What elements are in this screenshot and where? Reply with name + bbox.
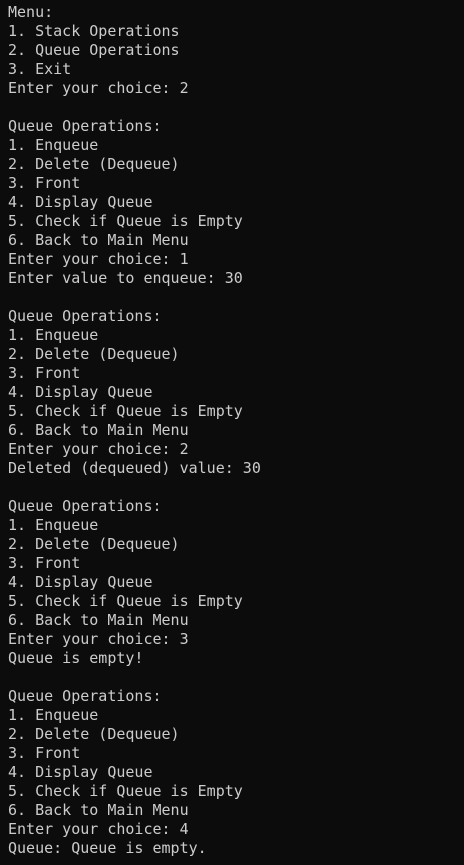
terminal-line: Queue Operations: xyxy=(8,307,162,325)
terminal-line: 5. Check if Queue is Empty xyxy=(8,592,243,610)
terminal-line: 5. Check if Queue is Empty xyxy=(8,782,243,800)
terminal-line: Enter your choice: 4 xyxy=(8,820,189,838)
terminal-line: 6. Back to Main Menu xyxy=(8,801,189,819)
terminal-line: 3. Front xyxy=(8,364,81,382)
terminal-line: Enter your choice: 2 xyxy=(8,440,189,458)
terminal-line: Enter your choice: 2 xyxy=(8,79,189,97)
terminal-line: 3. Front xyxy=(8,174,81,192)
terminal-line: Enter your choice: 1 xyxy=(8,250,189,268)
terminal-line: Menu: xyxy=(8,3,54,21)
terminal-line: 3. Front xyxy=(8,554,81,572)
terminal-line: 1. Enqueue xyxy=(8,516,99,534)
terminal-line: Deleted (dequeued) value: 30 xyxy=(8,459,261,477)
terminal-line: 4. Display Queue xyxy=(8,383,153,401)
terminal-line: 1. Stack Operations xyxy=(8,22,180,40)
terminal-line: 2. Delete (Dequeue) xyxy=(8,725,180,743)
terminal-line: 2. Queue Operations xyxy=(8,41,180,59)
terminal-line: Queue Operations: xyxy=(8,117,162,135)
terminal-line: 3. Exit xyxy=(8,60,72,78)
terminal-line: Enter value to enqueue: 30 xyxy=(8,269,243,287)
terminal-output[interactable]: Menu: 1. Stack Operations 2. Queue Opera… xyxy=(0,0,464,865)
terminal-line: 5. Check if Queue is Empty xyxy=(8,212,243,230)
terminal-line: 1. Enqueue xyxy=(8,706,99,724)
terminal-line: Queue is empty! xyxy=(8,649,144,667)
terminal-line: 6. Back to Main Menu xyxy=(8,611,189,629)
terminal-line: 2. Delete (Dequeue) xyxy=(8,535,180,553)
terminal-line: 5. Check if Queue is Empty xyxy=(8,402,243,420)
terminal-line: 2. Delete (Dequeue) xyxy=(8,155,180,173)
terminal-line: 4. Display Queue xyxy=(8,573,153,591)
terminal-line: 6. Back to Main Menu xyxy=(8,231,189,249)
terminal-line: Queue Operations: xyxy=(8,497,162,515)
terminal-line: 1. Enqueue xyxy=(8,326,99,344)
terminal-line: 4. Display Queue xyxy=(8,763,153,781)
terminal-line: 4. Display Queue xyxy=(8,193,153,211)
terminal-line: Queue: Queue is empty. xyxy=(8,839,207,857)
terminal-line: 1. Enqueue xyxy=(8,136,99,154)
terminal-line: 2. Delete (Dequeue) xyxy=(8,345,180,363)
terminal-line: 3. Front xyxy=(8,744,81,762)
terminal-line: Queue Operations: xyxy=(8,687,162,705)
terminal-line: Enter your choice: 3 xyxy=(8,630,189,648)
terminal-line: 6. Back to Main Menu xyxy=(8,421,189,439)
